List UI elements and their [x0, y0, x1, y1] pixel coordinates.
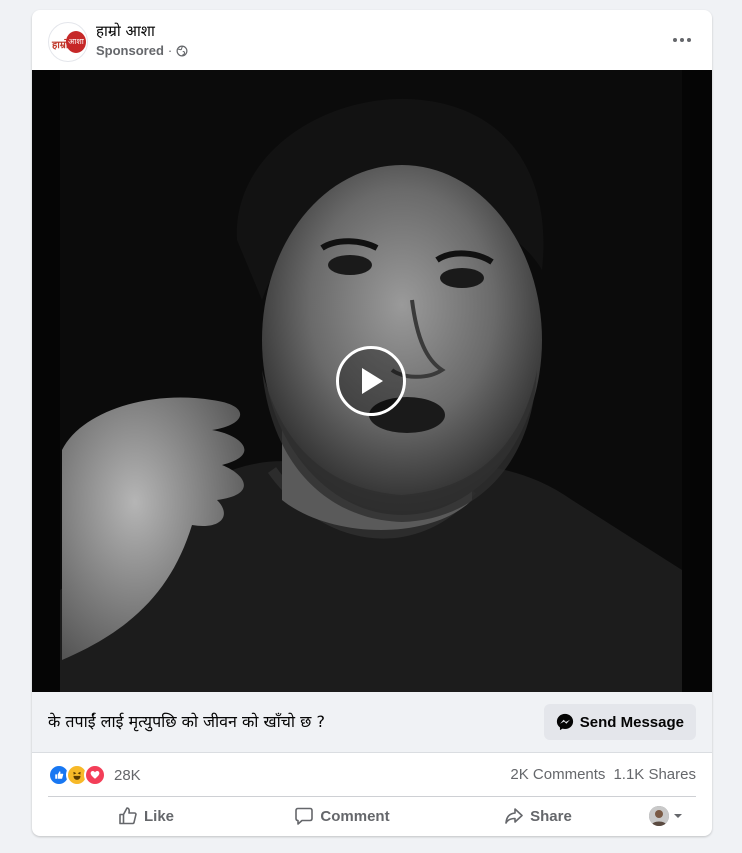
messenger-icon [556, 713, 573, 731]
logo-text-right: आशा [66, 31, 86, 53]
ad-caption-bar: के तपाईं लाई मृत्युपछि को जीवन को खाँचो … [32, 692, 712, 753]
thumbs-up-icon [119, 807, 137, 825]
like-button[interactable]: Like [48, 798, 244, 834]
comment-bubble-icon [295, 807, 314, 825]
post-actions: Like Comment Share [48, 798, 696, 834]
sponsored-post-card: हाम्रो आशा हाम्रो आशा Sponsored · के तपा… [32, 10, 712, 836]
separator-dot: · [167, 43, 173, 58]
user-avatar [649, 806, 669, 826]
more-dot [687, 38, 691, 42]
more-dot [680, 38, 684, 42]
play-icon [362, 368, 383, 394]
ad-headline: के तपाईं लाई मृत्युपछि को जीवन को खाँचो … [48, 712, 325, 731]
more-options-button[interactable] [668, 28, 696, 52]
engagement-stats: 28K 2K Comments 1.1K Shares [48, 752, 696, 797]
reaction-summary[interactable]: 28K [48, 764, 141, 786]
share-arrow-icon [505, 808, 523, 824]
caret-down-icon [674, 814, 682, 818]
page-name-link[interactable]: हाम्रो आशा [96, 21, 155, 41]
send-message-button[interactable]: Send Message [543, 704, 696, 740]
post-as-selector[interactable] [636, 798, 696, 834]
reaction-count: 28K [114, 766, 141, 784]
comment-button[interactable]: Comment [244, 798, 440, 834]
share-button[interactable]: Share [440, 798, 636, 834]
love-reaction-icon [84, 764, 106, 786]
shares-count-link[interactable]: 1.1K Shares [613, 766, 696, 783]
video-player[interactable] [32, 70, 712, 692]
more-dot [673, 38, 677, 42]
send-message-label: Send Message [579, 713, 684, 731]
share-label: Share [530, 807, 572, 825]
sponsored-row: Sponsored · [96, 43, 188, 58]
page-avatar[interactable]: हाम्रो आशा [48, 22, 88, 62]
globe-icon [176, 45, 188, 56]
like-label: Like [143, 807, 174, 825]
sponsored-label[interactable]: Sponsored [96, 43, 164, 58]
comment-label: Comment [320, 807, 390, 825]
play-button[interactable] [336, 346, 406, 416]
post-header: हाम्रो आशा हाम्रो आशा Sponsored · [32, 10, 712, 70]
comments-count-link[interactable]: 2K Comments [510, 766, 605, 783]
comment-share-counts: 2K Comments 1.1K Shares [510, 766, 696, 783]
